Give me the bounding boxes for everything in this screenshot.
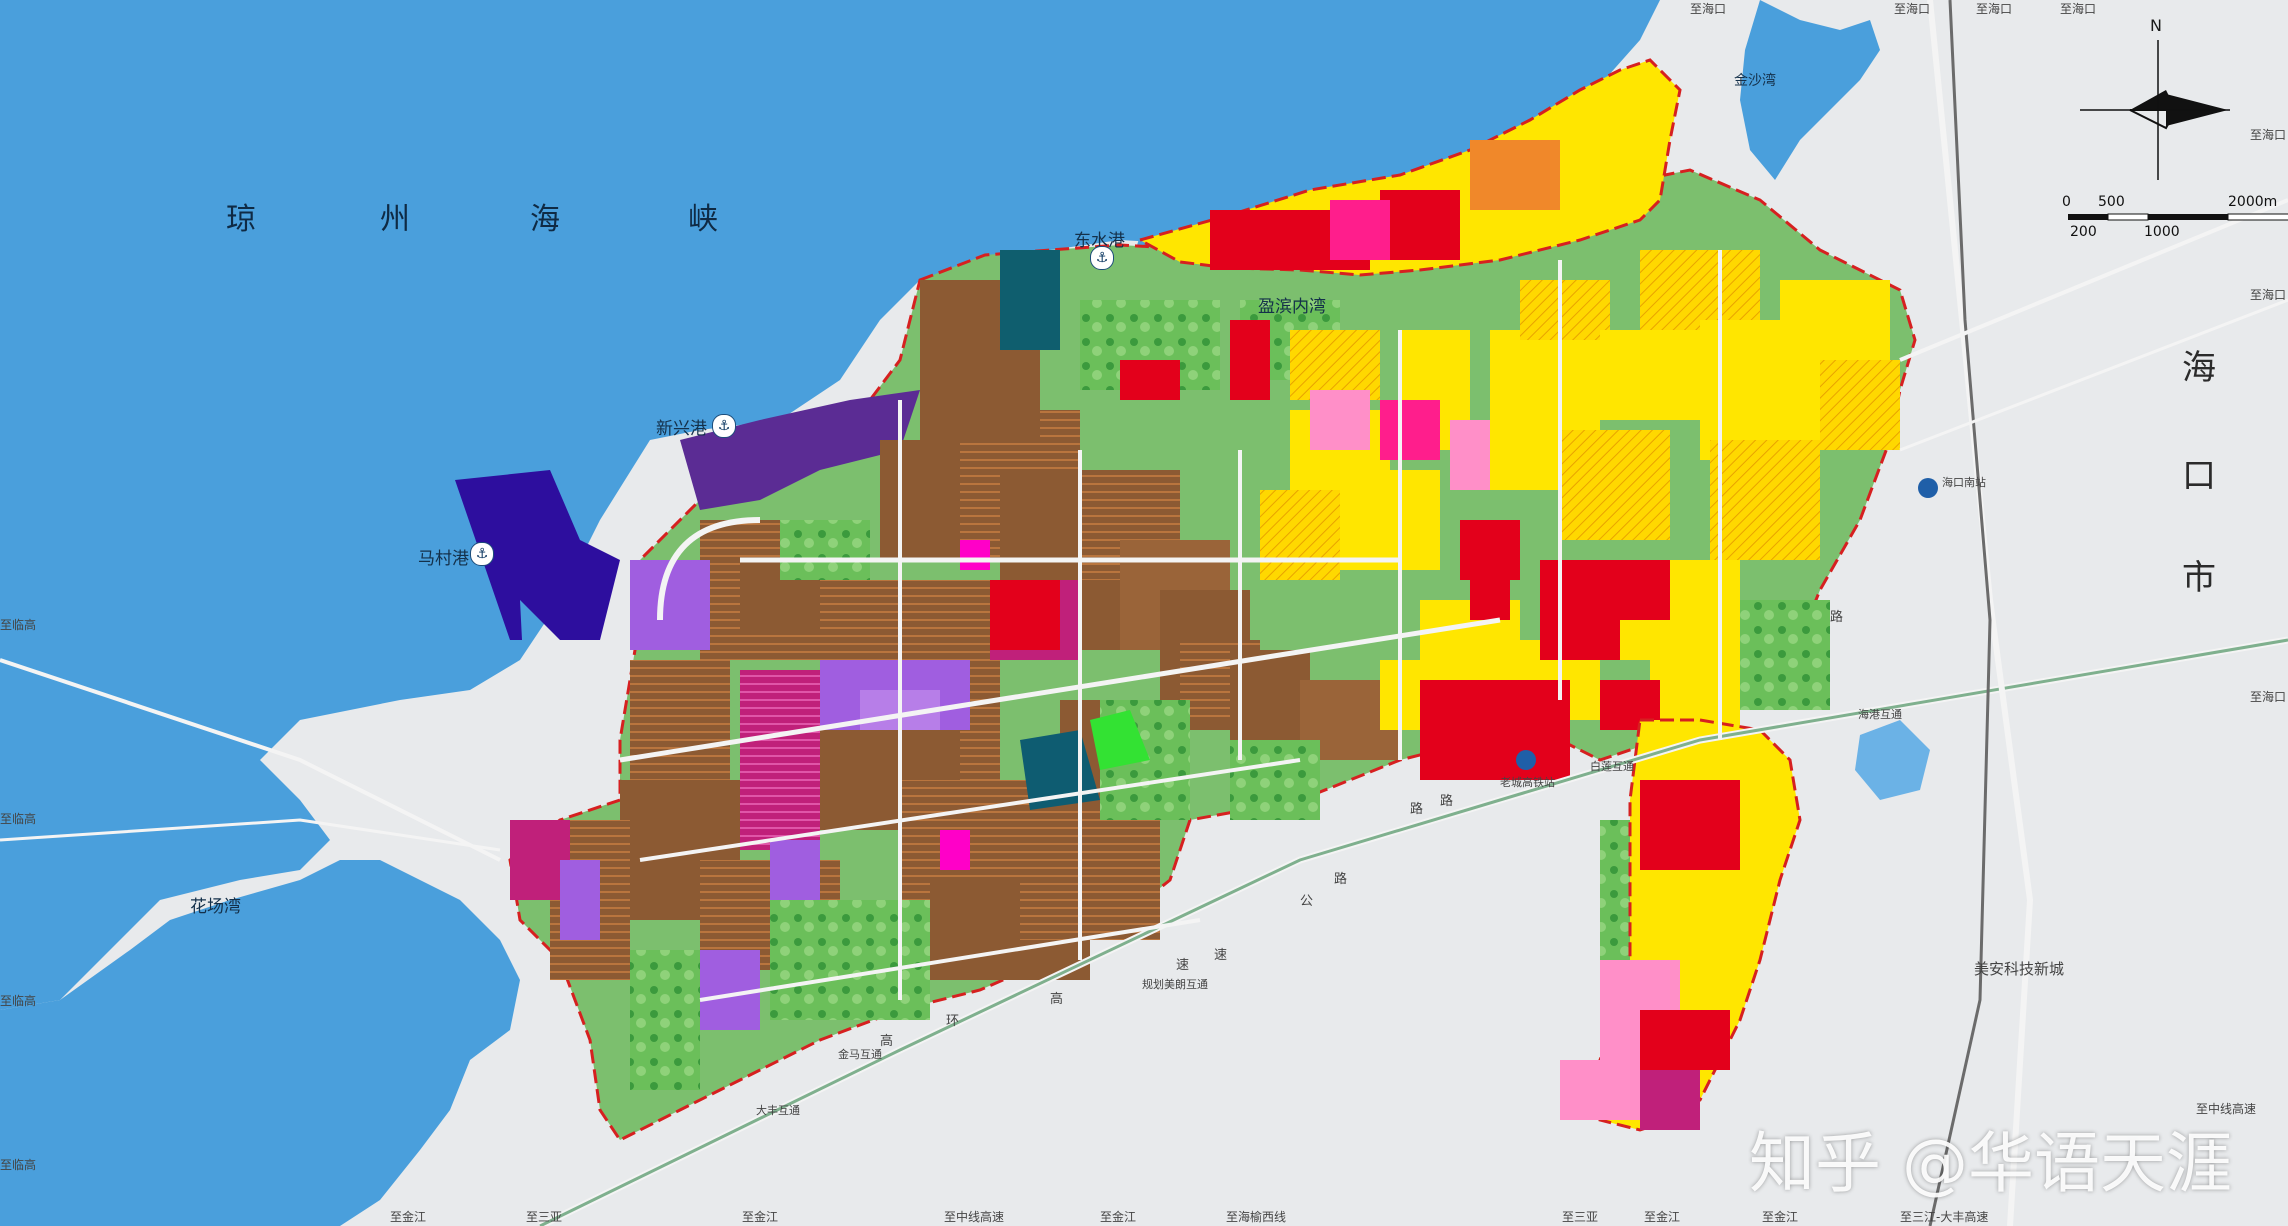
- interchange-haigang: 海港互通: [1858, 708, 1902, 721]
- road-char: 路: [1830, 610, 1844, 625]
- flower-bay-label: 花场湾: [190, 897, 241, 917]
- compass-north-letter: N: [2150, 16, 2162, 35]
- dest-top-2: 至海口: [1894, 2, 1931, 16]
- scale-500: 500: [2098, 194, 2125, 210]
- scale-2000m: 2000m: [2228, 194, 2278, 210]
- road-char: 速: [1176, 958, 1190, 973]
- dest-right-2: 至海口: [2250, 288, 2287, 302]
- dest-left-3: 至临高: [0, 994, 37, 1008]
- dest-bottom-8: 至金江: [1644, 1210, 1681, 1224]
- south-corridor-red: [1640, 780, 1740, 870]
- jinsha-bay-label: 金沙湾: [1734, 73, 1776, 89]
- city-char-3: 市: [2182, 558, 2216, 598]
- meian-label: 美安科技新城: [1974, 960, 2065, 978]
- strait-char-1: 琼: [226, 202, 258, 237]
- south-corridor-red-2: [1640, 1010, 1730, 1070]
- interchange-meiliang: 规划美朗互通: [1142, 978, 1208, 991]
- strait-char-3: 海: [530, 202, 562, 237]
- road-char: 路: [1334, 872, 1348, 887]
- dest-bottom-7: 至三亚: [1562, 1210, 1599, 1224]
- laocheng-station-label: 老城高铁站: [1500, 776, 1555, 789]
- xinxing-port-label: 新兴港: [656, 419, 707, 439]
- dest-bottom-6: 至海榆西线: [1226, 1210, 1287, 1224]
- dest-left-2: 至临高: [0, 812, 37, 826]
- road-char: 路: [1410, 802, 1424, 817]
- haikou-south-station-label: 海口南站: [1942, 476, 1986, 489]
- watermark: 知乎 @华语天涯: [1749, 1125, 2232, 1202]
- dest-bottom-5: 至金江: [1100, 1210, 1137, 1224]
- dest-top-4: 至海口: [2060, 2, 2097, 16]
- dest-bottom-4: 至中线高速: [944, 1210, 1005, 1224]
- anchor-icon: ⚓: [712, 414, 736, 438]
- city-char-2: 口: [2182, 456, 2216, 496]
- land-use-map: [0, 0, 2288, 1226]
- dest-bottom-10: 至三江-大丰高速: [1900, 1210, 1989, 1224]
- scale-bar: [2068, 213, 2288, 221]
- dest-top-1: 至海口: [1690, 2, 1727, 16]
- dest-bottom-2: 至三亚: [526, 1210, 563, 1224]
- dest-bottom-1: 至金江: [390, 1210, 427, 1224]
- road-char: 公: [1300, 894, 1314, 909]
- dest-left-1: 至临高: [0, 618, 37, 632]
- strait-char-2: 州: [380, 202, 412, 237]
- dest-top-3: 至海口: [1976, 2, 2013, 16]
- scale-0: 0: [2062, 194, 2071, 210]
- road-char: 路: [1440, 794, 1454, 809]
- dest-right-3: 至海口: [2250, 690, 2287, 704]
- road-char: 环: [946, 1014, 960, 1029]
- road-char: 高: [880, 1034, 894, 1049]
- inner-bay-label: 盈滨内湾: [1258, 297, 1326, 317]
- anchor-icon: ⚓: [470, 542, 494, 566]
- interchange-dafeng: 大丰互通: [756, 1104, 800, 1117]
- anchor-icon: ⚓: [1090, 246, 1114, 270]
- south-corridor-magenta: [1640, 1070, 1700, 1130]
- macun-port-label: 马村港: [418, 549, 469, 569]
- interchange-bailian: 白莲互通: [1590, 760, 1634, 773]
- dest-left-4: 至临高: [0, 1158, 37, 1172]
- city-char-1: 海: [2182, 348, 2216, 388]
- south-corridor-pink-2: [1560, 1060, 1650, 1120]
- scale-1000: 1000: [2144, 224, 2180, 240]
- rail-station-icon: [1918, 478, 1938, 498]
- dest-bottom-9: 至金江: [1762, 1210, 1799, 1224]
- road-char: 高: [1050, 992, 1064, 1007]
- dest-right-1: 至海口: [2250, 128, 2287, 142]
- dest-bottom-3: 至金江: [742, 1210, 779, 1224]
- road-char: 速: [1214, 948, 1228, 963]
- scale-200: 200: [2070, 224, 2097, 240]
- strait-char-4: 峡: [688, 202, 720, 237]
- rail-station-icon: [1516, 750, 1536, 770]
- interchange-jinma: 金马互通: [838, 1048, 882, 1061]
